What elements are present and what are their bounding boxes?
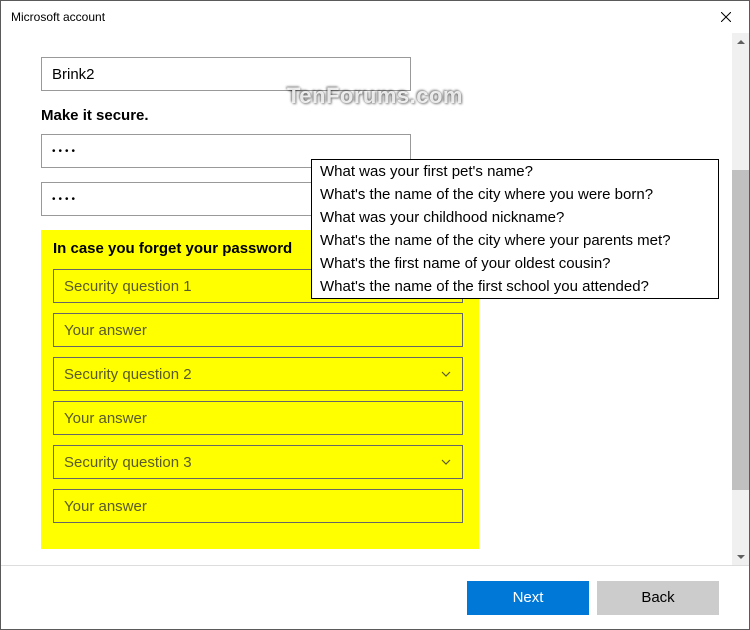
chevron-down-icon xyxy=(440,368,452,380)
dialog-window: Microsoft account Make it secure. •••• •… xyxy=(0,0,750,630)
dropdown-option[interactable]: What's the first name of your oldest cou… xyxy=(312,252,718,275)
secure-heading: Make it secure. xyxy=(41,107,689,124)
chevron-up-icon xyxy=(737,40,745,44)
close-icon xyxy=(721,12,731,22)
password-mask: •••• xyxy=(52,146,78,157)
security-question-3-select[interactable]: Security question 3 xyxy=(53,445,463,479)
dialog-footer: Next Back xyxy=(1,565,749,629)
window-title: Microsoft account xyxy=(11,10,105,24)
chevron-down-icon xyxy=(440,456,452,468)
dropdown-option[interactable]: What's the name of the first school you … xyxy=(312,275,718,298)
security-question-dropdown: What was your first pet's name? What's t… xyxy=(311,159,719,299)
select-placeholder: Security question 1 xyxy=(64,278,192,295)
security-answer-3-input[interactable]: Your answer xyxy=(53,489,463,523)
titlebar: Microsoft account xyxy=(1,1,749,33)
select-placeholder: Security question 2 xyxy=(64,366,192,383)
security-answer-1-input[interactable]: Your answer xyxy=(53,313,463,347)
scrollbar-track[interactable] xyxy=(732,50,749,548)
back-button[interactable]: Back xyxy=(597,581,719,615)
scrollbar-up-arrow[interactable] xyxy=(732,33,749,50)
input-placeholder: Your answer xyxy=(64,322,147,339)
security-question-2-select[interactable]: Security question 2 xyxy=(53,357,463,391)
password-mask: •••• xyxy=(52,194,78,205)
select-placeholder: Security question 3 xyxy=(64,454,192,471)
scrollbar-thumb[interactable] xyxy=(732,170,749,490)
vertical-scrollbar[interactable] xyxy=(732,33,749,565)
scrollbar-down-arrow[interactable] xyxy=(732,548,749,565)
security-answer-2-input[interactable]: Your answer xyxy=(53,401,463,435)
input-placeholder: Your answer xyxy=(64,410,147,427)
dropdown-option[interactable]: What was your first pet's name? xyxy=(312,160,718,183)
dropdown-option[interactable]: What's the name of the city where your p… xyxy=(312,229,718,252)
chevron-down-icon xyxy=(737,555,745,559)
content-area: Make it secure. •••• •••• In case you fo… xyxy=(1,33,749,565)
dropdown-option[interactable]: What's the name of the city where you we… xyxy=(312,183,718,206)
input-placeholder: Your answer xyxy=(64,498,147,515)
username-input[interactable] xyxy=(41,57,411,91)
scroll-area: Make it secure. •••• •••• In case you fo… xyxy=(41,57,689,565)
dropdown-option[interactable]: What was your childhood nickname? xyxy=(312,206,718,229)
close-button[interactable] xyxy=(703,1,749,33)
next-button[interactable]: Next xyxy=(467,581,589,615)
